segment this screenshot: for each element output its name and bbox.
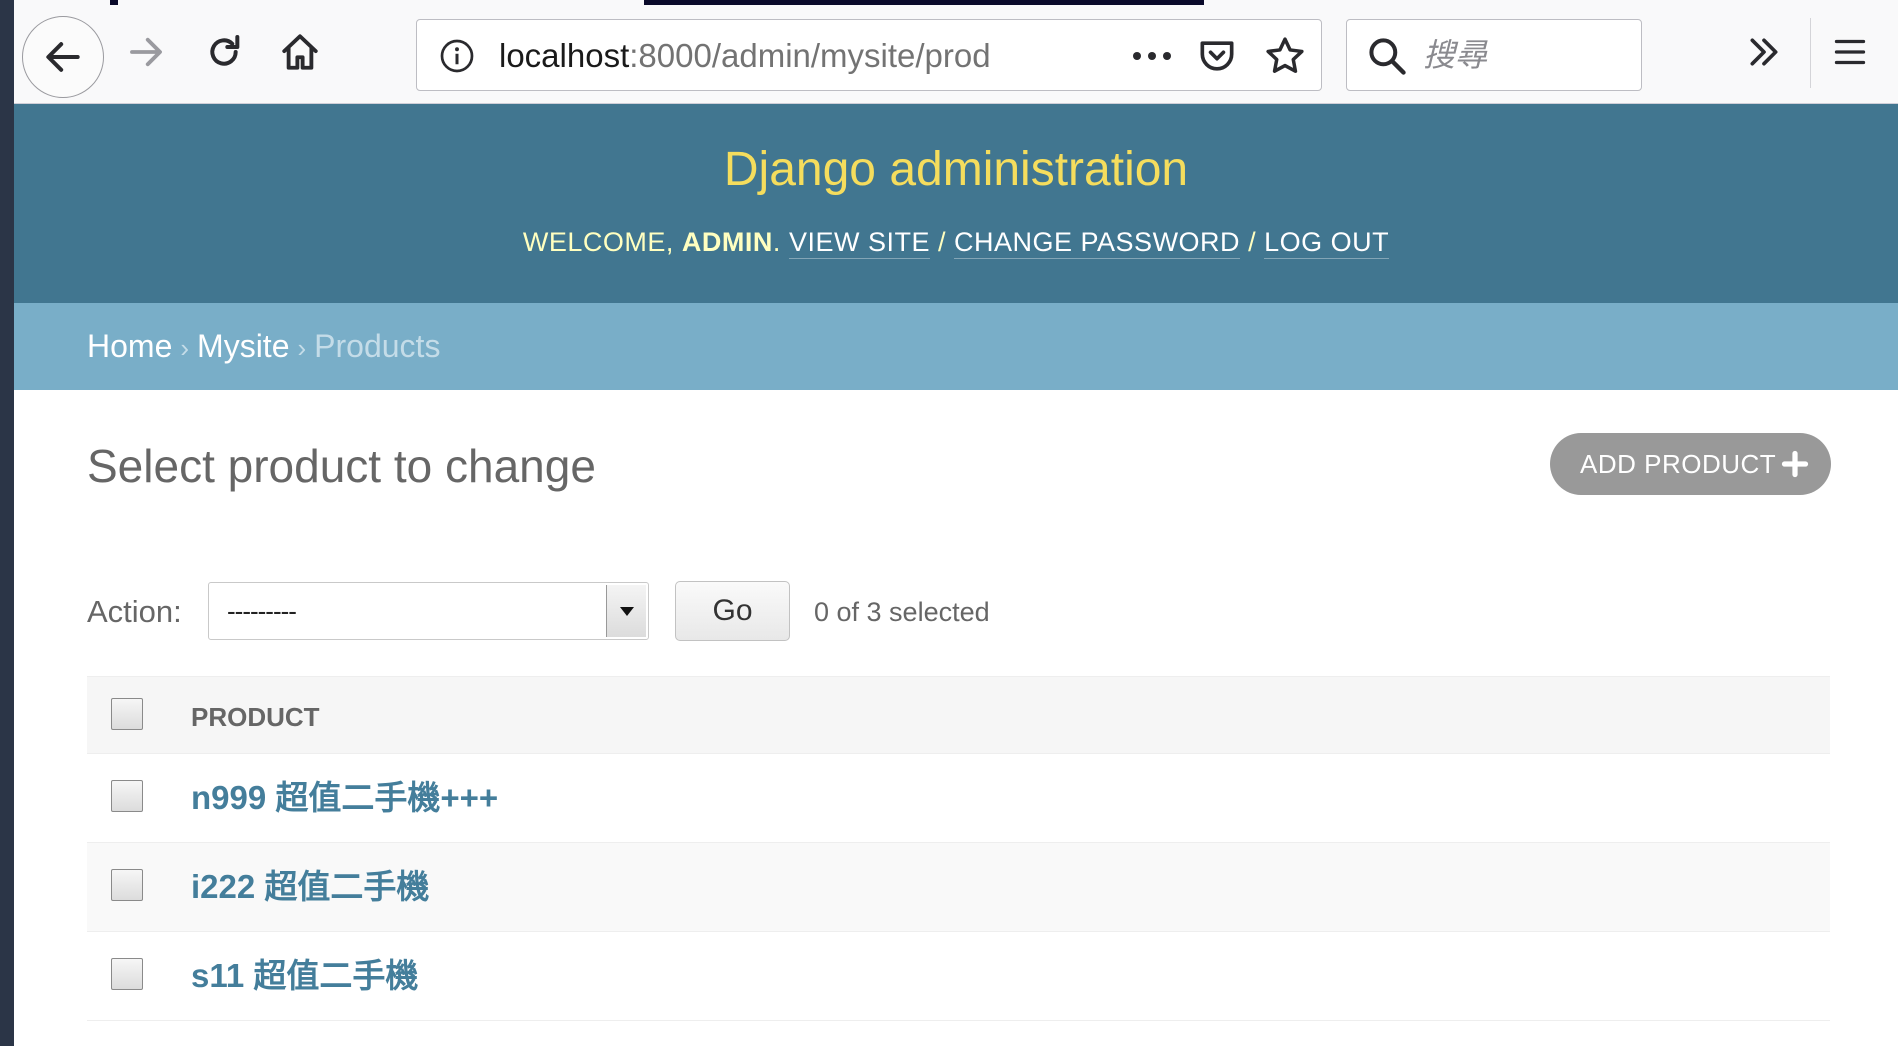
url-bar[interactable]: localhost:8000/admin/mysite/prod — [416, 19, 1322, 91]
row-checkbox[interactable] — [111, 958, 143, 990]
add-product-button[interactable]: Add product — [1550, 433, 1831, 495]
actions-bar: Action: --------- Go 0 of 3 selected — [87, 578, 1830, 646]
reload-icon — [210, 35, 240, 66]
plus-icon — [1781, 450, 1809, 478]
view-site-link[interactable]: View site — [788, 227, 930, 259]
page-actions-icon[interactable] — [1127, 38, 1177, 74]
overflow-button[interactable] — [1734, 22, 1794, 82]
toolbar-separator — [1810, 18, 1811, 88]
info-icon[interactable] — [439, 38, 475, 74]
username: admin — [681, 227, 773, 257]
breadcrumb-home[interactable]: Home — [87, 328, 172, 364]
breadcrumb-separator: › — [180, 333, 190, 363]
user-tools-separator: / — [937, 227, 946, 257]
row-checkbox[interactable] — [111, 780, 143, 812]
select-all-checkbox[interactable] — [111, 698, 143, 730]
site-branding[interactable]: Django administration — [14, 140, 1898, 200]
page-title: Select product to change — [87, 440, 596, 492]
window-edge — [0, 0, 14, 1046]
product-link[interactable]: n999 超值二手機+++ — [191, 774, 498, 822]
log-out-link[interactable]: Log out — [1264, 227, 1390, 259]
results-table: Product n999 超值二手機+++ i222 超值二手機 s11 超值二… — [87, 676, 1830, 1021]
welcome-period: . — [772, 227, 781, 257]
welcome-text: Welcome, — [522, 227, 674, 257]
table-header: Product — [87, 676, 1830, 754]
product-link[interactable]: i222 超值二手機 — [191, 863, 429, 911]
search-bar[interactable]: 搜尋 — [1346, 19, 1642, 91]
browser-toolbar: localhost:8000/admin/mysite/prod 搜尋 — [14, 0, 1898, 104]
url-path: :8000/admin/mysite/prod — [629, 37, 991, 74]
breadcrumb-current: Products — [314, 328, 441, 364]
home-button[interactable] — [270, 22, 330, 82]
change-password-link[interactable]: Change password — [954, 227, 1241, 259]
url-host: localhost — [499, 37, 630, 74]
selection-counter: 0 of 3 selected — [814, 597, 990, 627]
search-placeholder: 搜尋 — [1423, 36, 1488, 74]
breadcrumb: Home › Mysite › Products — [14, 303, 1898, 390]
action-select-value: --------- — [227, 596, 297, 626]
forward-button[interactable] — [116, 22, 176, 82]
dropdown-arrow-icon[interactable] — [606, 585, 646, 637]
tab-strip-edge — [644, 0, 1204, 5]
add-product-label: Add product — [1580, 448, 1777, 479]
menu-button[interactable] — [1820, 22, 1880, 82]
product-link[interactable]: s11 超值二手機 — [191, 952, 418, 1000]
pocket-icon[interactable] — [1195, 34, 1239, 78]
table-row: n999 超值二手機+++ — [87, 754, 1830, 843]
action-label: Action: — [87, 594, 182, 629]
go-button[interactable]: Go — [675, 581, 790, 641]
home-icon — [282, 34, 318, 70]
breadcrumb-mysite[interactable]: Mysite — [197, 328, 289, 364]
arrow-left-icon — [46, 42, 80, 72]
bookmark-star-icon[interactable] — [1263, 34, 1307, 78]
admin-header: Django administration Welcome, admin. Vi… — [14, 104, 1898, 303]
search-icon — [1365, 34, 1409, 78]
table-row: i222 超值二手機 — [87, 843, 1830, 932]
hamburger-menu-icon — [1834, 39, 1866, 65]
url-text[interactable]: localhost:8000/admin/mysite/prod — [499, 33, 1029, 79]
back-button[interactable] — [22, 16, 104, 98]
double-chevron-right-icon — [1750, 38, 1778, 66]
tab-strip-edge — [110, 0, 118, 5]
table-row: s11 超值二手機 — [87, 932, 1830, 1021]
arrow-right-icon — [130, 37, 162, 67]
breadcrumb-separator: › — [297, 333, 307, 363]
user-tools: Welcome, admin. View site / Change passw… — [14, 222, 1898, 262]
action-select[interactable]: --------- — [208, 582, 649, 640]
column-header-product[interactable]: Product — [191, 695, 320, 739]
row-checkbox[interactable] — [111, 869, 143, 901]
user-tools-separator: / — [1248, 227, 1257, 257]
reload-button[interactable] — [194, 22, 254, 82]
url-fade — [1007, 30, 1047, 82]
